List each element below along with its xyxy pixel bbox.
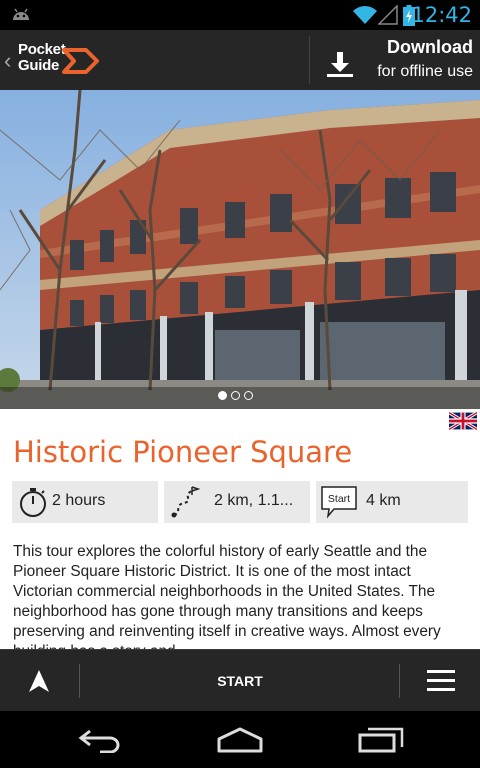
back-chevron-icon[interactable]: ‹ xyxy=(4,48,11,74)
system-nav-bar xyxy=(0,711,480,768)
home-icon[interactable] xyxy=(216,727,264,753)
download-title: Download xyxy=(387,37,473,57)
app-bar: ‹ Pocket Guide Download for offline use xyxy=(0,30,480,90)
building-photo xyxy=(0,90,480,409)
start-distance-value: 4 km xyxy=(366,492,401,509)
tour-description: This tour explores the colorful history … xyxy=(13,543,441,649)
pager-dot-2[interactable] xyxy=(231,391,240,400)
status-bar: 12:42 xyxy=(0,0,480,30)
pager-dot-1[interactable] xyxy=(218,391,227,400)
tour-content[interactable]: Historic Pioneer Square 2 hours 2 km, 1.… xyxy=(0,409,480,649)
android-icon xyxy=(13,8,29,20)
back-icon[interactable] xyxy=(78,727,122,753)
start-distance-stat: Start 4 km xyxy=(316,481,468,523)
recent-apps-icon[interactable] xyxy=(358,727,404,753)
download-offline-button[interactable]: Download for offline use xyxy=(310,30,480,90)
tour-stats: 2 hours 2 km, 1.1... Start 4 km xyxy=(12,481,468,523)
uk-flag-icon[interactable] xyxy=(449,412,477,430)
route-icon xyxy=(171,486,201,518)
bottom-toolbar: START xyxy=(0,649,480,711)
start-button[interactable]: START xyxy=(80,650,400,712)
duration-value: 2 hours xyxy=(52,492,106,509)
tour-title: Historic Pioneer Square xyxy=(13,435,353,469)
gallery-pager xyxy=(0,387,480,409)
logo-arrow-icon xyxy=(62,48,99,74)
toolbar-divider-right xyxy=(399,664,400,698)
status-clock: 12:42 xyxy=(411,3,472,27)
distance-value: 2 km, 1.1... xyxy=(214,492,294,509)
logo-text: Pocket Guide xyxy=(18,41,66,74)
pager-dot-3[interactable] xyxy=(244,391,253,400)
start-bubble-icon: Start xyxy=(321,486,357,519)
download-icon xyxy=(327,52,353,77)
start-badge-text: Start xyxy=(328,493,350,505)
navigation-arrow-icon[interactable] xyxy=(28,669,50,693)
signal-icon xyxy=(378,5,398,25)
pager-dots xyxy=(218,391,253,400)
distance-stat: 2 km, 1.1... xyxy=(164,481,310,523)
download-subtitle: for offline use xyxy=(377,63,473,80)
menu-icon[interactable] xyxy=(427,670,455,692)
tour-photo-gallery[interactable] xyxy=(0,90,480,409)
duration-stat: 2 hours xyxy=(12,481,158,523)
stopwatch-icon xyxy=(20,488,46,517)
wifi-icon xyxy=(353,6,377,24)
pocket-guide-logo[interactable]: Pocket Guide xyxy=(18,42,100,80)
